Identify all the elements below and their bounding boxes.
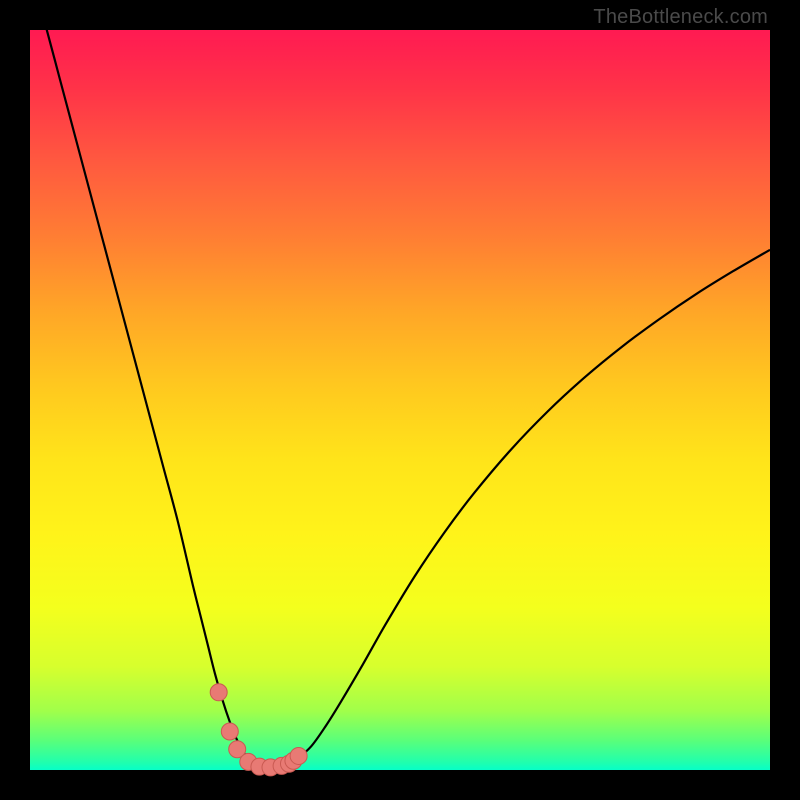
data-marker (210, 684, 227, 701)
data-marker (290, 747, 307, 764)
bottleneck-curve (30, 0, 770, 768)
chart-frame: TheBottleneck.com (0, 0, 800, 800)
watermark-text: TheBottleneck.com (593, 6, 768, 29)
data-marker (221, 723, 238, 740)
marker-group (210, 684, 307, 776)
chart-svg (30, 30, 770, 770)
